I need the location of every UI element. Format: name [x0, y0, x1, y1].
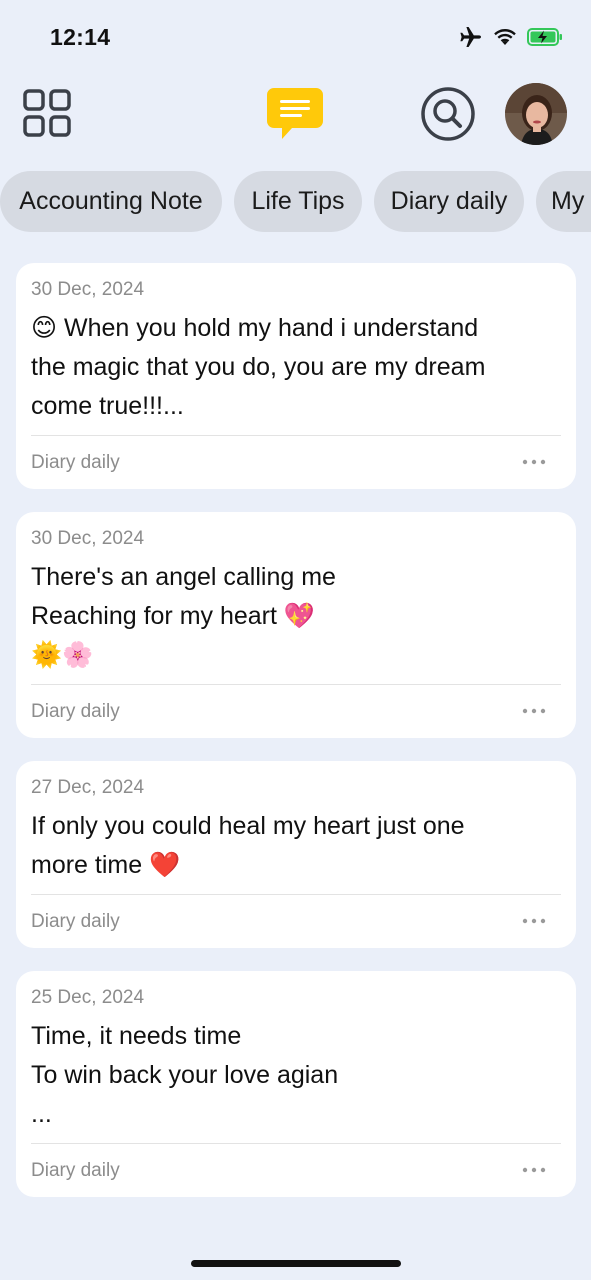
status-icons — [459, 26, 563, 48]
card-divider — [31, 894, 561, 895]
card-divider — [31, 1143, 561, 1144]
note-category: Diary daily — [31, 452, 120, 473]
note-line: 🌞🌸 — [31, 641, 94, 669]
profile-avatar[interactable] — [505, 83, 567, 145]
note-card[interactable]: 30 Dec, 2024 There's an angel calling me… — [16, 512, 576, 738]
note-line: the magic that you do, you are my dream — [31, 353, 486, 381]
status-time: 12:14 — [50, 24, 111, 50]
status-bar: 12:14 — [0, 0, 591, 74]
note-category: Diary daily — [31, 701, 120, 722]
note-date: 25 Dec, 2024 — [31, 987, 145, 1008]
note-card[interactable]: 27 Dec, 2024 If only you could heal my h… — [16, 761, 576, 948]
note-content: Time, it needs time To win back your lov… — [31, 1017, 562, 1134]
category-chips: Accounting Note Life Tips Diary daily My — [0, 171, 591, 233]
card-divider — [31, 684, 561, 685]
note-line: There's an angel calling me — [31, 563, 336, 591]
chip-my[interactable]: My — [536, 171, 591, 232]
note-line: ... — [31, 1100, 52, 1128]
home-indicator[interactable] — [191, 1260, 401, 1267]
chip-accounting-note[interactable]: Accounting Note — [0, 171, 222, 232]
battery-icon — [527, 27, 563, 47]
note-category: Diary daily — [31, 911, 120, 932]
note-card[interactable]: 30 Dec, 2024 😊 When you hold my hand i u… — [16, 263, 576, 489]
note-line: If only you could heal my heart just one — [31, 812, 465, 840]
grid-icon[interactable] — [22, 88, 74, 140]
more-options-icon[interactable] — [522, 452, 546, 472]
note-line: Reaching for my heart 💖 — [31, 602, 316, 630]
top-header — [0, 80, 591, 150]
airplane-icon — [459, 26, 483, 48]
note-content: There's an angel calling me Reaching for… — [31, 558, 562, 675]
more-options-icon[interactable] — [522, 701, 546, 721]
chip-life-tips[interactable]: Life Tips — [234, 171, 362, 232]
note-line: 😊 When you hold my hand i understand — [31, 314, 479, 342]
note-category: Diary daily — [31, 1160, 120, 1181]
more-options-icon[interactable] — [522, 911, 546, 931]
note-date: 30 Dec, 2024 — [31, 279, 145, 300]
note-content: 😊 When you hold my hand i understand the… — [31, 309, 562, 426]
wifi-icon — [493, 28, 517, 46]
chip-diary-daily[interactable]: Diary daily — [374, 171, 524, 232]
note-content: If only you could heal my heart just one… — [31, 807, 562, 885]
note-line: come true!!!... — [31, 392, 184, 420]
search-icon[interactable] — [420, 86, 476, 142]
card-divider — [31, 435, 561, 436]
note-date: 27 Dec, 2024 — [31, 777, 145, 798]
chat-notes-icon[interactable] — [266, 86, 324, 142]
note-line: Time, it needs time — [31, 1022, 242, 1050]
note-line: more time ❤️ — [31, 851, 181, 879]
note-line: To win back your love agian — [31, 1061, 339, 1089]
note-card[interactable]: 25 Dec, 2024 Time, it needs time To win … — [16, 971, 576, 1197]
note-date: 30 Dec, 2024 — [31, 528, 145, 549]
more-options-icon[interactable] — [522, 1160, 546, 1180]
